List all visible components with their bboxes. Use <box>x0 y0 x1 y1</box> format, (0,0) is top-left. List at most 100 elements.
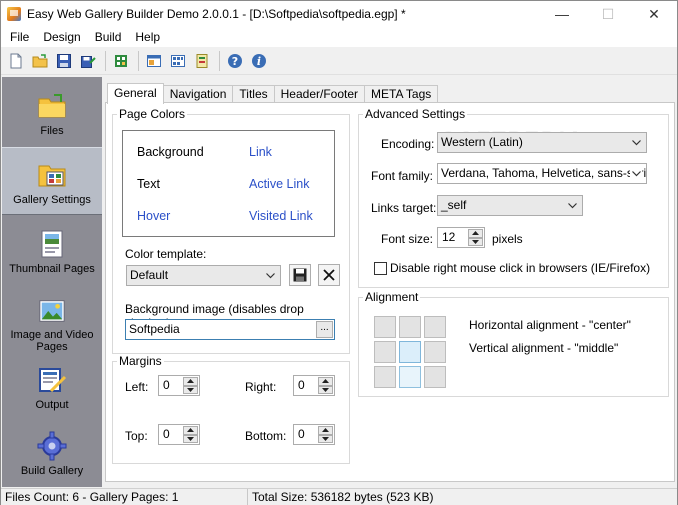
encoding-select[interactable]: Western (Latin) <box>437 132 647 153</box>
encoding-value: Western (Latin) <box>441 135 523 149</box>
status-bar: Files Count: 6 - Gallery Pages: 1 Total … <box>1 488 677 505</box>
save-as-button[interactable] <box>77 50 99 72</box>
window-title: Easy Web Gallery Builder Demo 2.0.0.1 - … <box>27 7 406 21</box>
spin-down-button[interactable] <box>183 385 198 394</box>
nav-label: Files <box>40 125 64 137</box>
group-title: Page Colors <box>117 107 188 121</box>
margin-top-label: Top: <box>125 429 148 443</box>
encoding-label: Encoding: <box>381 137 435 151</box>
save-icon <box>57 53 71 68</box>
align-top-center[interactable] <box>399 316 421 338</box>
preview-icon <box>147 54 161 67</box>
nav-item-files[interactable]: Files <box>2 79 102 147</box>
app-window: Easy Web Gallery Builder Demo 2.0.0.1 - … <box>0 0 678 505</box>
app-icon <box>7 7 21 21</box>
color-hover[interactable]: Hover <box>137 209 170 223</box>
margin-bottom-value: 0 <box>298 427 305 441</box>
links-target-label: Links target: <box>371 201 437 215</box>
browse-button[interactable]: ... <box>316 321 333 338</box>
color-template-select[interactable]: Default <box>126 265 281 286</box>
disable-right-click-checkbox[interactable] <box>374 262 387 275</box>
align-bottom-center[interactable] <box>399 366 421 388</box>
color-preview-box: Background Link Text Active Link Hover V… <box>122 130 335 237</box>
spin-up-button[interactable] <box>468 229 483 238</box>
toolbar-separator <box>219 50 220 71</box>
nav-item-thumbnail-pages[interactable]: Thumbnail Pages <box>2 217 102 285</box>
nav-label: Gallery Settings <box>13 194 91 206</box>
spin-up-button[interactable] <box>318 426 333 435</box>
save-icon <box>293 268 307 282</box>
spin-up-button[interactable] <box>318 377 333 386</box>
title-bar: Easy Web Gallery Builder Demo 2.0.0.1 - … <box>1 1 677 27</box>
color-link[interactable]: Link <box>249 145 272 159</box>
spin-down-button[interactable] <box>468 237 483 246</box>
build-button[interactable] <box>110 50 132 72</box>
spin-down-button[interactable] <box>183 434 198 443</box>
preview-button[interactable] <box>143 50 165 72</box>
spin-up-button[interactable] <box>183 426 198 435</box>
align-middle-left[interactable] <box>374 341 396 363</box>
build-icon <box>115 54 127 67</box>
about-button[interactable]: i <box>248 50 270 72</box>
margin-top-spinner[interactable]: 0 <box>158 424 200 445</box>
chevron-down-icon <box>566 196 578 215</box>
new-file-button[interactable] <box>5 50 27 72</box>
margin-bottom-spinner[interactable]: 0 <box>293 424 335 445</box>
color-background[interactable]: Background <box>137 145 204 159</box>
open-button[interactable] <box>29 50 51 72</box>
tab-general[interactable]: General <box>107 83 164 104</box>
margin-left-spinner[interactable]: 0 <box>158 375 200 396</box>
close-button[interactable]: ✕ <box>631 1 677 27</box>
save-as-icon <box>81 55 96 68</box>
status-files-count: Files Count: 6 - Gallery Pages: 1 <box>1 489 248 505</box>
save-button[interactable] <box>53 50 75 72</box>
links-target-select[interactable]: _self <box>437 195 583 216</box>
color-active-link[interactable]: Active Link <box>249 177 309 191</box>
align-bottom-left[interactable] <box>374 366 396 388</box>
align-middle-center[interactable] <box>399 341 421 363</box>
nav-item-gallery-settings[interactable]: Gallery Settings <box>2 147 102 215</box>
color-template-label: Color template: <box>125 247 207 261</box>
color-visited-link[interactable]: Visited Link <box>249 209 313 223</box>
help-button[interactable]: ? <box>224 50 246 72</box>
menu-design[interactable]: Design <box>36 27 87 47</box>
menu-help[interactable]: Help <box>128 27 167 47</box>
thumbnails-button[interactable] <box>167 50 189 72</box>
margins-group: Margins Left: 0 Right: 0 Top: 0 Bottom: … <box>112 354 350 464</box>
minimize-button[interactable]: — <box>539 1 585 27</box>
alignment-group: Alignment Horizontal alignment - "center… <box>358 290 669 397</box>
bg-image-input[interactable]: Softpedia ... <box>125 319 335 340</box>
spin-down-button[interactable] <box>318 434 333 443</box>
font-family-select[interactable]: Verdana, Tahoma, Helvetica, sans-serif <box>437 163 647 184</box>
font-size-value: 12 <box>442 230 456 244</box>
align-bottom-right[interactable] <box>424 366 446 388</box>
menu-build[interactable]: Build <box>88 27 129 47</box>
spin-up-button[interactable] <box>183 377 198 386</box>
group-title: Advanced Settings <box>363 107 468 121</box>
margin-bottom-label: Bottom: <box>245 429 287 443</box>
nav-item-image-video-pages[interactable]: Image and Video Pages <box>2 285 102 353</box>
nav-item-build-gallery[interactable]: Build Gallery <box>2 419 102 487</box>
publish-icon <box>196 53 208 68</box>
maximize-button[interactable]: ☐ <box>585 1 631 27</box>
thumbnails-icon <box>171 54 185 67</box>
group-title: Margins <box>117 354 164 368</box>
menu-file[interactable]: File <box>3 27 36 47</box>
align-top-right[interactable] <box>424 316 446 338</box>
color-text[interactable]: Text <box>137 177 160 191</box>
font-size-label: Font size: <box>381 232 434 246</box>
align-top-left[interactable] <box>374 316 396 338</box>
margin-right-spinner[interactable]: 0 <box>293 375 335 396</box>
links-target-value: _self <box>441 198 467 212</box>
margin-left-value: 0 <box>163 378 170 392</box>
horizontal-alignment-text: Horizontal alignment - "center" <box>469 318 631 332</box>
save-template-button[interactable] <box>289 264 311 286</box>
spin-down-button[interactable] <box>318 385 333 394</box>
general-tab-panel: Page Colors Background Link Text Active … <box>105 102 675 482</box>
vertical-alignment-text: Vertical alignment - "middle" <box>469 341 619 355</box>
publish-button[interactable] <box>191 50 213 72</box>
align-middle-right[interactable] <box>424 341 446 363</box>
nav-item-output[interactable]: Output <box>2 353 102 421</box>
font-size-spinner[interactable]: 12 <box>437 227 485 248</box>
delete-template-button[interactable] <box>318 264 340 286</box>
